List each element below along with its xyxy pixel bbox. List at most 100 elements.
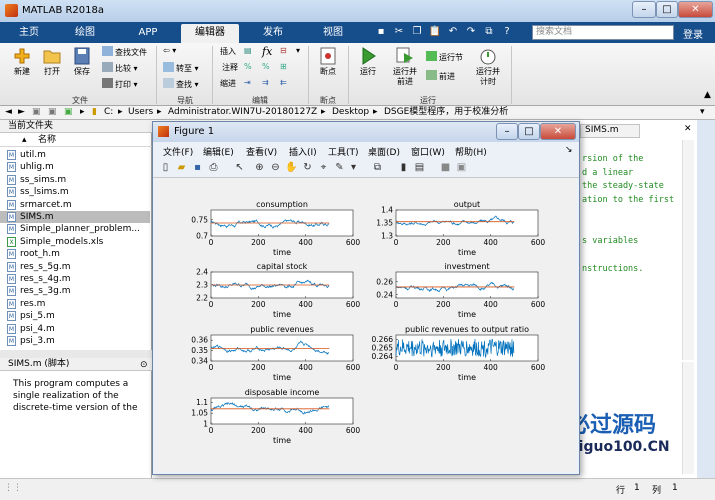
breadcrumb-drive[interactable]: C: bbox=[104, 106, 113, 119]
insert-function-icon[interactable]: ⊟ bbox=[280, 46, 287, 55]
collapse-ribbon-icon[interactable]: ▲ bbox=[704, 90, 711, 100]
list-item[interactable]: Msrmarcet.m bbox=[7, 199, 72, 211]
find-files-button[interactable]: 查找文件 bbox=[102, 46, 147, 58]
comment-icon[interactable]: % bbox=[244, 62, 252, 71]
tab-home[interactable]: 主页 bbox=[6, 24, 52, 43]
run-button[interactable]: 运行 bbox=[352, 47, 384, 77]
menu-desktop[interactable]: 桌面(D) bbox=[368, 145, 400, 158]
brush-dropdown-icon[interactable]: ▾ bbox=[347, 161, 360, 174]
menu-file[interactable]: 文件(F) bbox=[163, 145, 193, 158]
breakpoints-button[interactable]: 断点 bbox=[312, 47, 344, 77]
insert-colorbar-icon[interactable]: ▮ bbox=[397, 161, 410, 174]
list-item[interactable]: Mpsi_5.m bbox=[7, 310, 55, 322]
editor-close-icon[interactable]: ✕ bbox=[684, 124, 692, 134]
menu-view[interactable]: 查看(V) bbox=[246, 145, 277, 158]
menu-insert[interactable]: 插入(I) bbox=[289, 145, 317, 158]
up-folder-icon[interactable]: ▣ bbox=[48, 106, 57, 119]
redo-icon[interactable]: ↷ bbox=[464, 25, 478, 39]
details-collapse-icon[interactable]: ⊙ bbox=[140, 360, 148, 370]
breadcrumb-desktop[interactable]: Desktop bbox=[332, 106, 369, 119]
zoom-out-icon[interactable]: ⊖ bbox=[269, 161, 282, 174]
figure-close-button[interactable]: ✕ bbox=[540, 123, 576, 140]
list-item[interactable]: Mres_s_4g.m bbox=[7, 273, 70, 285]
list-item[interactable]: Mres_s_5g.m bbox=[7, 261, 70, 273]
run-section-button[interactable]: 运行节 bbox=[426, 51, 463, 63]
list-item[interactable]: Mpsi_4.m bbox=[7, 323, 55, 335]
menu-edit[interactable]: 编辑(E) bbox=[203, 145, 234, 158]
zoom-in-icon[interactable]: ⊕ bbox=[253, 161, 266, 174]
print-figure-icon[interactable]: ⎙ bbox=[207, 161, 220, 174]
show-plot-tools-icon[interactable]: ▣ bbox=[455, 161, 468, 174]
comment-button[interactable]: 注释 bbox=[222, 62, 238, 73]
list-item[interactable]: Mutil.m bbox=[7, 149, 46, 161]
list-item[interactable]: M Simple_planner_problem... bbox=[7, 223, 140, 235]
open-button[interactable]: 打开 bbox=[36, 47, 68, 77]
fx-button[interactable]: fx bbox=[262, 45, 272, 58]
paste-icon[interactable]: 📋 bbox=[428, 25, 442, 39]
breadcrumb-folder[interactable]: DSGE模型程序，用于校准分析 bbox=[384, 106, 508, 119]
edit-plot-icon[interactable]: ↖ bbox=[233, 161, 246, 174]
menu-tools[interactable]: 工具(T) bbox=[328, 145, 359, 158]
open-folder-icon[interactable]: ▣ bbox=[32, 106, 41, 119]
insert-section-icon[interactable]: ▤ bbox=[244, 46, 252, 55]
link-plot-icon[interactable]: ⧉ bbox=[371, 161, 384, 174]
menu-window[interactable]: 窗口(W) bbox=[411, 145, 445, 158]
menu-dock-icon[interactable]: ↘ bbox=[565, 145, 573, 155]
horizontal-scrollbar[interactable] bbox=[0, 350, 152, 358]
back-icon[interactable]: ◄ bbox=[5, 106, 12, 119]
figure-maximize-button[interactable]: □ bbox=[518, 123, 540, 140]
editor-tab[interactable]: SIMS.m bbox=[580, 124, 640, 138]
run-and-time-button[interactable]: 运行并 计时 bbox=[470, 47, 506, 87]
nav-back-button[interactable]: ⇦ ▾ bbox=[163, 46, 176, 55]
save-button[interactable]: 保存 bbox=[66, 47, 98, 77]
close-button[interactable]: ✕ bbox=[678, 1, 713, 18]
run-advance-button[interactable]: 运行并 前进 bbox=[386, 47, 424, 87]
data-cursor-icon[interactable]: ⌖ bbox=[317, 161, 330, 174]
figure-window[interactable]: Figure 1 – □ ✕ 文件(F) 编辑(E) 查看(V) 插入(I) 工… bbox=[152, 121, 580, 475]
list-item[interactable]: X Simple_models.xls bbox=[7, 236, 103, 248]
insert-dropdown-icon[interactable]: ▾ bbox=[296, 46, 300, 55]
switch-windows-icon[interactable]: ⧉ bbox=[482, 25, 496, 39]
login-link[interactable]: 登录 bbox=[683, 26, 703, 41]
figure-minimize-button[interactable]: – bbox=[496, 123, 518, 140]
insert-legend-icon[interactable]: ▤ bbox=[413, 161, 426, 174]
hide-plot-tools-icon[interactable]: ■ bbox=[439, 161, 452, 174]
minimize-button[interactable]: – bbox=[632, 1, 656, 18]
breadcrumb-admin[interactable]: Administrator.WIN7U-20180127Z bbox=[168, 106, 317, 119]
list-item[interactable]: M SIMS.m bbox=[0, 211, 150, 223]
pan-icon[interactable]: ✋ bbox=[285, 161, 298, 174]
new-figure-icon[interactable]: ▯ bbox=[159, 161, 172, 174]
list-item[interactable]: Muhlig.m bbox=[7, 161, 54, 173]
find-button[interactable]: 查找 ▾ bbox=[163, 78, 199, 90]
name-column-header[interactable]: ▴ 名称 bbox=[0, 134, 152, 147]
list-item[interactable]: Mres_s_3g.m bbox=[7, 285, 70, 297]
list-item[interactable]: Mroot_h.m bbox=[7, 248, 60, 260]
tab-view[interactable]: 视图 bbox=[307, 24, 359, 43]
help-icon[interactable]: ? bbox=[500, 25, 514, 39]
maximize-button[interactable]: □ bbox=[656, 1, 678, 18]
save-figure-icon[interactable]: ▪ bbox=[191, 161, 204, 174]
browse-folder-icon[interactable]: ▣ bbox=[64, 106, 73, 119]
list-item[interactable]: Mss_sims.m bbox=[7, 174, 66, 186]
open-file-icon[interactable]: ▰ bbox=[175, 161, 188, 174]
editor-scrollbar[interactable] bbox=[682, 140, 694, 360]
brush-icon[interactable]: ✎ bbox=[333, 161, 346, 174]
uncomment-icon[interactable]: % bbox=[262, 62, 270, 71]
search-input[interactable]: 搜索文档 bbox=[532, 25, 674, 40]
decrease-indent-icon[interactable]: ⇇ bbox=[280, 78, 287, 87]
breadcrumb-users[interactable]: Users bbox=[128, 106, 153, 119]
cut-icon[interactable]: ✂ bbox=[392, 25, 406, 39]
list-item[interactable]: Mss_lsims.m bbox=[7, 186, 69, 198]
undo-icon[interactable]: ↶ bbox=[446, 25, 460, 39]
goto-button[interactable]: 转至 ▾ bbox=[163, 62, 199, 74]
list-item[interactable]: Mpsi_3.m bbox=[7, 335, 55, 347]
save-icon[interactable]: ▪ bbox=[374, 25, 388, 39]
tab-apps[interactable]: APP bbox=[125, 24, 171, 43]
insert-button[interactable]: 插入 bbox=[220, 46, 236, 57]
print-button[interactable]: 打印 ▾ bbox=[102, 78, 138, 90]
copy-icon[interactable]: ❐ bbox=[410, 25, 424, 39]
new-button[interactable]: 新建 bbox=[6, 47, 38, 77]
tab-editor[interactable]: 编辑器 bbox=[181, 24, 239, 43]
tab-plots[interactable]: 绘图 bbox=[62, 24, 108, 43]
path-dropdown-icon[interactable]: ▾ bbox=[700, 106, 705, 119]
